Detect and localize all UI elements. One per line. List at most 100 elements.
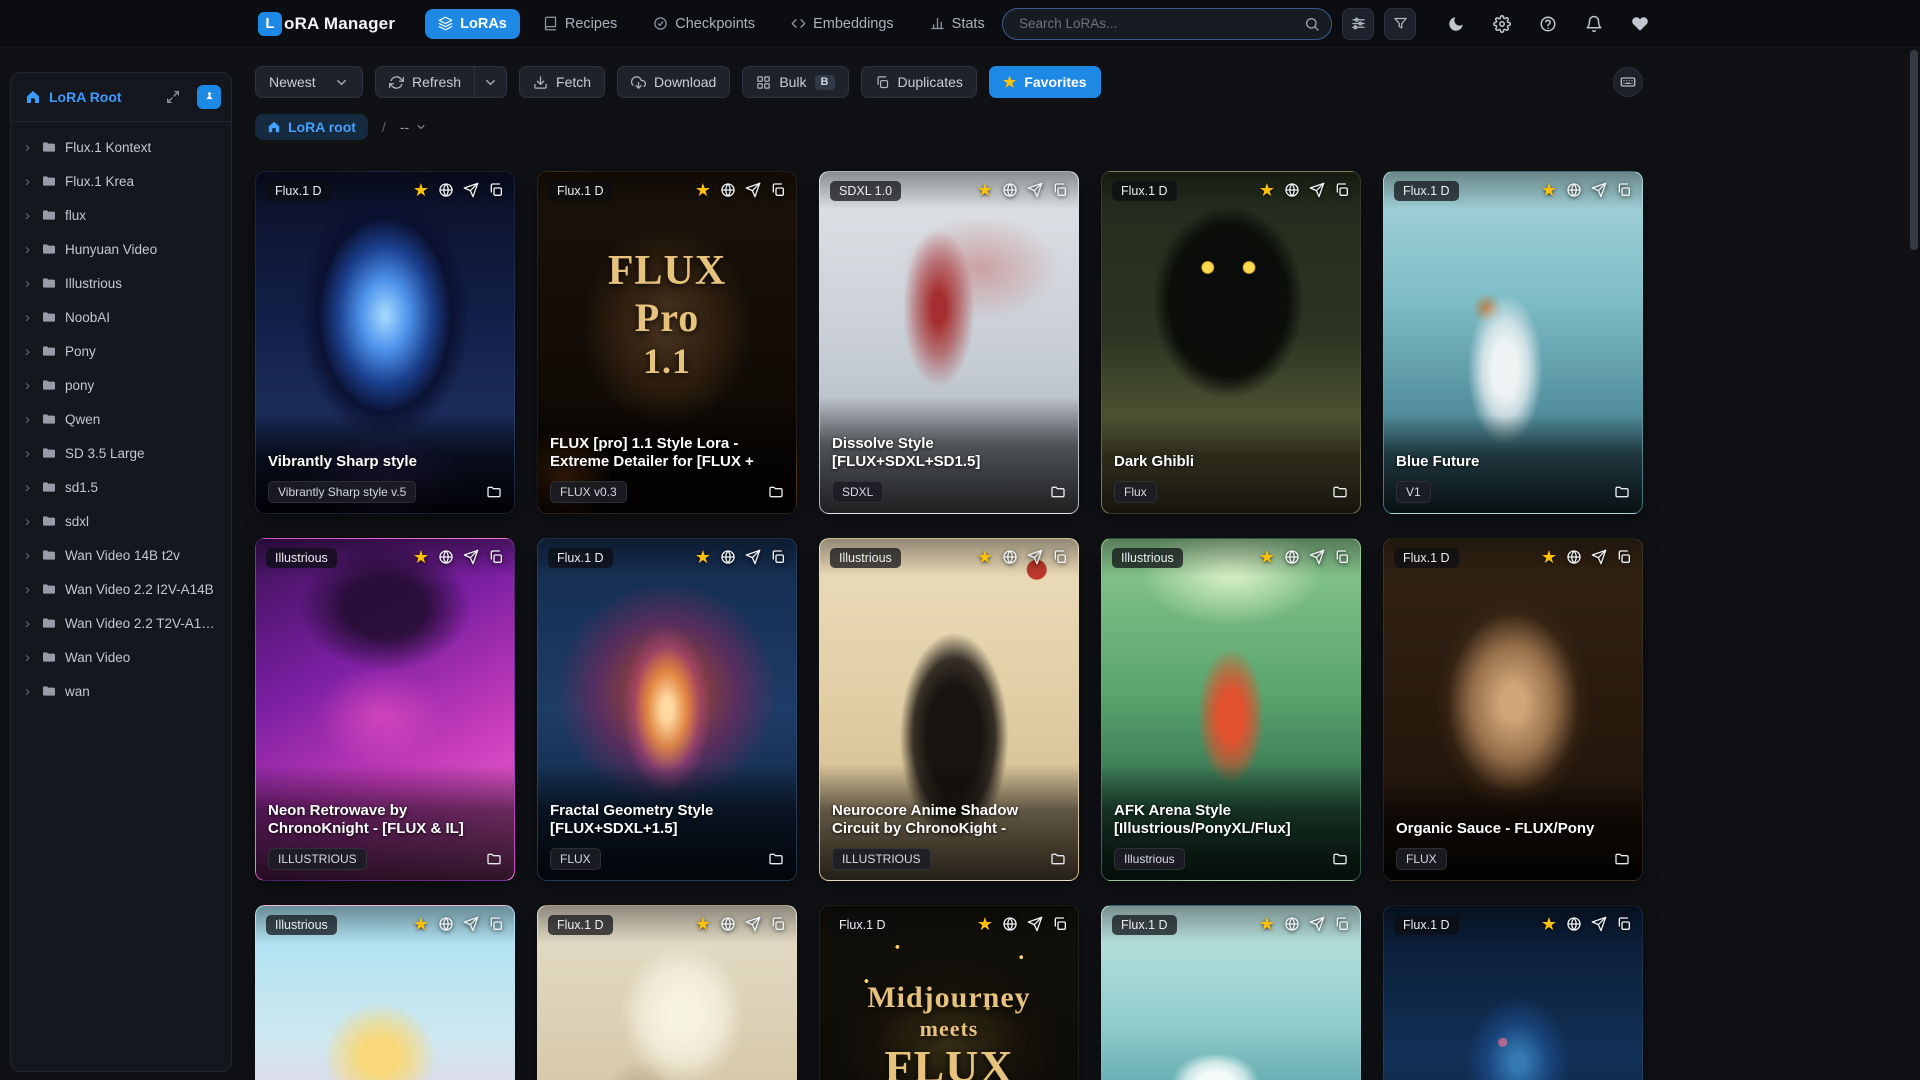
favorite-star-icon[interactable]: ★ (695, 181, 711, 199)
copy-icon[interactable] (1334, 916, 1350, 932)
globe-icon[interactable] (1002, 182, 1018, 198)
move-folder-icon[interactable] (486, 484, 502, 500)
favorite-star-icon[interactable]: ★ (1541, 548, 1557, 566)
chevron-right-icon[interactable]: › (25, 480, 33, 495)
sidebar-folder-item[interactable]: › pony (11, 368, 231, 402)
send-icon[interactable] (1309, 182, 1325, 198)
lora-card[interactable]: Flux.1 D ★ Midjourney meets FLUX (819, 905, 1079, 1080)
help-button[interactable] (1538, 14, 1558, 34)
chevron-right-icon[interactable]: › (25, 548, 33, 563)
send-icon[interactable] (745, 182, 761, 198)
filter-funnel-button[interactable] (1384, 7, 1416, 40)
chevron-right-icon[interactable]: › (25, 684, 33, 699)
send-icon[interactable] (745, 549, 761, 565)
chevron-right-icon[interactable]: › (25, 344, 33, 359)
nav-tab-checkpoints[interactable]: Checkpoints (640, 9, 768, 39)
copy-icon[interactable] (770, 916, 786, 932)
notifications-button[interactable] (1584, 14, 1604, 34)
lora-card[interactable]: Illustrious ★ Neon Retrowave by ChronoKn… (255, 538, 515, 881)
chevron-right-icon[interactable]: › (25, 514, 33, 529)
globe-icon[interactable] (1002, 916, 1018, 932)
send-icon[interactable] (1309, 916, 1325, 932)
sort-select[interactable]: Newest (255, 66, 363, 98)
favorite-star-icon[interactable]: ★ (1541, 181, 1557, 199)
sidebar-folder-item[interactable]: › SD 3.5 Large (11, 436, 231, 470)
move-folder-icon[interactable] (768, 851, 784, 867)
move-folder-icon[interactable] (1050, 484, 1066, 500)
copy-icon[interactable] (770, 549, 786, 565)
sidebar-folder-item[interactable]: › Illustrious (11, 266, 231, 300)
lora-card[interactable]: Flux.1 D ★ FLUX Pro 1.1 FLUX [pro] 1.1 Sty… (537, 171, 797, 514)
search-input[interactable] (1002, 7, 1332, 40)
globe-icon[interactable] (1284, 182, 1300, 198)
globe-icon[interactable] (1002, 549, 1018, 565)
sidebar-folder-item[interactable]: › Wan Video 2.2 I2V-A14B (11, 572, 231, 606)
favorite-star-icon[interactable]: ★ (977, 915, 993, 933)
move-folder-icon[interactable] (1614, 484, 1630, 500)
copy-icon[interactable] (1616, 549, 1632, 565)
send-icon[interactable] (1027, 549, 1043, 565)
lora-card[interactable]: Flux.1 D ★ (1101, 905, 1361, 1080)
sidebar-folder-item[interactable]: › Flux.1 Kontext (11, 130, 231, 164)
lora-card[interactable]: Illustrious ★ AFK Arena Style [Illustrio… (1101, 538, 1361, 881)
copy-icon[interactable] (1616, 182, 1632, 198)
chevron-right-icon[interactable]: › (25, 378, 33, 393)
pin-sidebar-button[interactable] (197, 85, 221, 109)
refresh-button[interactable]: Refresh (375, 66, 476, 98)
nav-tab-stats[interactable]: Stats (917, 9, 998, 39)
globe-icon[interactable] (1566, 549, 1582, 565)
globe-icon[interactable] (720, 549, 736, 565)
chevron-right-icon[interactable]: › (25, 446, 33, 461)
sidebar-folder-item[interactable]: › Flux.1 Krea (11, 164, 231, 198)
lora-card[interactable]: SDXL 1.0 ★ Dissolve Style [FLUX+SDXL+SD1… (819, 171, 1079, 514)
bulk-button[interactable]: Bulk B (742, 66, 849, 98)
lora-card[interactable]: Illustrious ★ (255, 905, 515, 1080)
sidebar-folder-item[interactable]: › Wan Video 14B t2v (11, 538, 231, 572)
sidebar-folder-item[interactable]: › flux (11, 198, 231, 232)
sidebar-folder-item[interactable]: › sd1.5 (11, 470, 231, 504)
chevron-right-icon[interactable]: › (25, 140, 33, 155)
scrollbar-thumb[interactable] (1910, 50, 1918, 250)
favorite-star-icon[interactable]: ★ (695, 548, 711, 566)
globe-icon[interactable] (438, 182, 454, 198)
chevron-right-icon[interactable]: › (25, 242, 33, 257)
copy-icon[interactable] (488, 916, 504, 932)
copy-icon[interactable] (1052, 549, 1068, 565)
copy-icon[interactable] (1052, 916, 1068, 932)
sidebar-folder-item[interactable]: › Wan Video (11, 640, 231, 674)
send-icon[interactable] (463, 549, 479, 565)
lora-card[interactable]: Flux.1 D ★ Fractal Geometry Style [FLUX+… (537, 538, 797, 881)
lora-card[interactable]: Flux.1 D ★ Organic Sauce - FLUX/Pony FLU… (1383, 538, 1643, 881)
chevron-right-icon[interactable]: › (25, 310, 33, 325)
chevron-right-icon[interactable]: › (25, 276, 33, 291)
send-icon[interactable] (1591, 916, 1607, 932)
sidebar-folder-item[interactable]: › Pony (11, 334, 231, 368)
send-icon[interactable] (1591, 182, 1607, 198)
favorite-star-icon[interactable]: ★ (1259, 915, 1275, 933)
favorite-star-icon[interactable]: ★ (1259, 181, 1275, 199)
copy-icon[interactable] (488, 182, 504, 198)
move-folder-icon[interactable] (1614, 851, 1630, 867)
favorites-filter-button[interactable]: ★ Favorites (988, 66, 1101, 98)
favorite-star-icon[interactable]: ★ (413, 915, 429, 933)
search-icon[interactable] (1304, 16, 1320, 32)
settings-button[interactable] (1492, 14, 1512, 34)
globe-icon[interactable] (1284, 916, 1300, 932)
sidebar-folder-item[interactable]: › wan (11, 674, 231, 708)
breadcrumb-current-dropdown[interactable]: -- (400, 119, 427, 135)
lora-card[interactable]: Flux.1 D ★ Blue Future V1 (1383, 171, 1643, 514)
lora-card[interactable]: Flux.1 D ★ (537, 905, 797, 1080)
breadcrumb-root[interactable]: LoRA root (255, 114, 368, 140)
sidebar-folder-item[interactable]: › sdxl (11, 504, 231, 538)
copy-icon[interactable] (770, 182, 786, 198)
copy-icon[interactable] (1334, 182, 1350, 198)
favorite-star-icon[interactable]: ★ (977, 548, 993, 566)
chevron-right-icon[interactable]: › (25, 174, 33, 189)
favorites-nav-button[interactable] (1630, 14, 1650, 34)
globe-icon[interactable] (1566, 916, 1582, 932)
sidebar-folder-item[interactable]: › Wan Video 2.2 T2V-A14B (11, 606, 231, 640)
favorite-star-icon[interactable]: ★ (1259, 548, 1275, 566)
globe-icon[interactable] (1284, 549, 1300, 565)
theme-toggle-button[interactable] (1446, 14, 1466, 34)
favorite-star-icon[interactable]: ★ (1541, 915, 1557, 933)
